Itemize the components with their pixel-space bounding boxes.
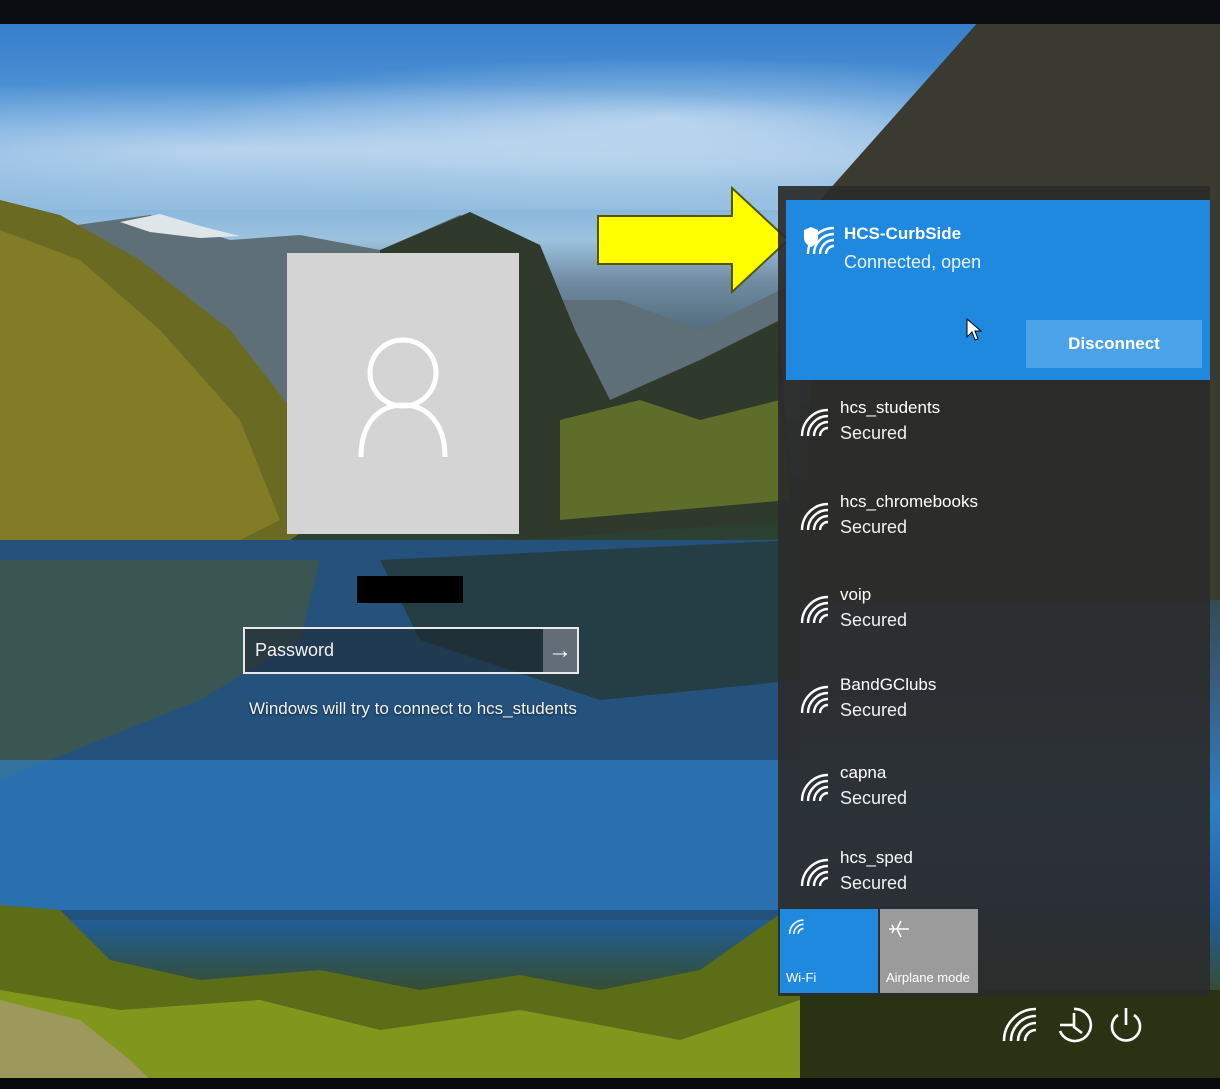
wifi-icon: [788, 919, 804, 935]
disconnect-button[interactable]: Disconnect: [1026, 320, 1202, 368]
wifi-icon: [800, 408, 828, 437]
yellow-pointer-arrow-icon: [597, 186, 790, 294]
wifi-toggle-tile[interactable]: Wi-Fi: [780, 909, 878, 993]
monitor-bezel-top: [0, 0, 1220, 24]
wifi-icon: [800, 685, 828, 714]
password-input[interactable]: [245, 629, 543, 672]
network-status: Secured: [840, 423, 908, 443]
network-name: hcs_sped: [840, 848, 913, 867]
wifi-icon: [800, 595, 828, 624]
network-name: voip: [840, 585, 872, 604]
user-avatar: [287, 253, 519, 534]
user-icon: [358, 337, 448, 458]
power-icon[interactable]: [1106, 1005, 1146, 1045]
network-status: Secured: [840, 517, 908, 537]
network-name: hcs_students: [840, 398, 941, 417]
connect-hint-text: Windows will try to connect to hcs_stude…: [249, 699, 577, 718]
network-name: BandGClubs: [840, 675, 937, 694]
mouse-cursor-icon: [966, 318, 982, 341]
network-list-item[interactable]: hcs_sped Secured: [790, 842, 1194, 904]
wifi-icon: [800, 773, 828, 802]
airplane-tile-label: Airplane mode: [886, 970, 970, 985]
monitor-bezel-bottom: [0, 1078, 1220, 1089]
network-list-item[interactable]: voip Secured: [790, 579, 1194, 641]
network-status: Secured: [840, 788, 908, 808]
network-name: hcs_chromebooks: [840, 492, 978, 511]
network-list-item[interactable]: capna Secured: [790, 757, 1194, 819]
network-list-item[interactable]: hcs_students Secured: [790, 392, 1194, 454]
network-list-item[interactable]: BandGClubs Secured: [790, 669, 1194, 731]
wifi-tile-label: Wi-Fi: [786, 970, 817, 985]
username-redaction: [357, 576, 463, 603]
network-list-item[interactable]: hcs_chromebooks Secured: [790, 486, 1194, 548]
network-status: Secured: [840, 610, 908, 630]
airplane-icon: [889, 920, 909, 938]
connected-network-status: Connected, open: [844, 252, 982, 272]
network-status: Secured: [840, 700, 908, 720]
connected-network-name: HCS-CurbSide: [844, 224, 962, 243]
network-flyout: HCS-CurbSide Connected, open Disconnect …: [778, 186, 1210, 996]
wifi-icon: [800, 858, 828, 887]
lock-screen-tray: [1000, 1005, 1200, 1051]
wifi-shield-icon: [804, 226, 834, 255]
wifi-icon[interactable]: [1000, 1005, 1040, 1045]
network-name: capna: [840, 763, 887, 782]
password-field[interactable]: →: [243, 627, 579, 674]
ease-of-access-icon[interactable]: [1054, 1005, 1094, 1045]
wifi-icon: [800, 502, 828, 531]
connected-network-item[interactable]: HCS-CurbSide Connected, open Disconnect: [786, 200, 1210, 380]
lock-screen: → Windows will try to connect to hcs_stu…: [0, 0, 1220, 1089]
submit-arrow-button[interactable]: →: [543, 629, 577, 672]
airplane-mode-tile[interactable]: Airplane mode: [880, 909, 978, 993]
network-status: Secured: [840, 873, 908, 893]
